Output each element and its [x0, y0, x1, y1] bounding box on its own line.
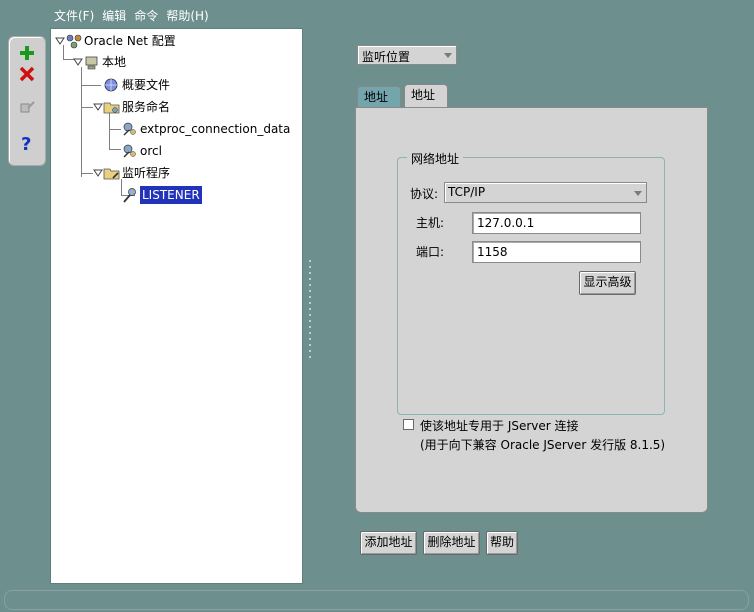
tree-label-root: Oracle Net 配置: [84, 34, 176, 48]
protocol-label: 协议:: [410, 187, 439, 201]
jserver-note: (用于向下兼容 Oracle JServer 发行版 8.1.5): [420, 438, 666, 452]
service-icon: [121, 121, 139, 137]
tree-node-listener[interactable]: LISTENER: [121, 185, 203, 205]
collapse-icon[interactable]: [73, 57, 83, 67]
globe-icon: [103, 77, 121, 93]
tree-label-listener: LISTENER: [139, 185, 203, 205]
tree-label-service-orcl: orcl: [140, 144, 162, 158]
menu-bar: 文件(F) 编辑 命令 帮助(H): [50, 7, 213, 25]
view-select[interactable]: 监听位置: [357, 45, 457, 65]
listener-icon: [121, 187, 139, 203]
test-icon[interactable]: [15, 95, 39, 119]
tree-node-listeners[interactable]: 监听程序: [93, 164, 170, 182]
tree-label-profile: 概要文件: [122, 78, 171, 92]
collapse-icon[interactable]: [55, 36, 65, 46]
folder-icon: [103, 165, 121, 181]
help-button[interactable]: 帮助: [486, 531, 518, 555]
config-tree: Oracle Net 配置 本地 概要文件 服务命名 extproc_conne…: [50, 28, 303, 584]
group-title: 网络地址: [407, 150, 464, 167]
service-icon: [121, 143, 139, 159]
protocol-select[interactable]: TCP/IP: [444, 182, 647, 203]
show-advanced-button[interactable]: 显示高级: [579, 271, 636, 295]
tree-node-root[interactable]: Oracle Net 配置: [55, 32, 176, 50]
port-field[interactable]: 1158: [472, 241, 641, 263]
tree-node-service-orcl[interactable]: orcl: [121, 142, 162, 160]
menu-file[interactable]: 文件(F): [50, 7, 98, 25]
view-select-value: 监听位置: [362, 50, 411, 64]
host-field[interactable]: 127.0.0.1: [472, 212, 641, 234]
help-icon[interactable]: ?: [15, 131, 39, 155]
collapse-icon[interactable]: [93, 102, 103, 112]
computer-icon: [83, 54, 101, 70]
tree-label-listeners: 监听程序: [122, 166, 171, 180]
collapse-icon[interactable]: [93, 168, 103, 178]
tree-label-local: 本地: [102, 55, 127, 69]
side-toolbar: ?: [8, 36, 46, 166]
network-icon: [65, 33, 83, 49]
jserver-checkbox-label: 使该地址专用于 JServer 连接: [420, 419, 579, 433]
host-label: 主机:: [416, 216, 445, 230]
add-address-button[interactable]: 添加地址: [360, 531, 417, 555]
folder-icon: [103, 99, 121, 115]
tree-node-service-extproc[interactable]: extproc_connection_data: [121, 120, 290, 138]
port-label: 端口:: [416, 245, 445, 259]
status-bar: [4, 590, 749, 610]
menu-command[interactable]: 命令: [130, 7, 162, 25]
menu-help[interactable]: 帮助(H): [162, 7, 212, 25]
tab-address-1[interactable]: 地址1: [357, 86, 401, 124]
tree-node-service-naming[interactable]: 服务命名: [93, 98, 170, 116]
protocol-value: TCP/IP: [448, 185, 486, 199]
svg-text:?: ?: [21, 134, 31, 153]
tree-label-service-extproc: extproc_connection_data: [140, 122, 291, 136]
close-icon[interactable]: [15, 62, 39, 86]
chevron-down-icon: [444, 53, 452, 58]
chevron-down-icon: [634, 191, 642, 196]
jserver-checkbox[interactable]: [403, 419, 414, 430]
tree-node-profile[interactable]: 概要文件: [103, 76, 170, 94]
panel-splitter[interactable]: [309, 258, 311, 358]
menu-edit[interactable]: 编辑: [98, 7, 130, 25]
delete-address-button[interactable]: 删除地址: [423, 531, 480, 555]
tree-node-local[interactable]: 本地: [73, 53, 126, 71]
tree-label-service-naming: 服务命名: [122, 100, 171, 114]
tab-address-2[interactable]: 地址2: [404, 84, 448, 122]
